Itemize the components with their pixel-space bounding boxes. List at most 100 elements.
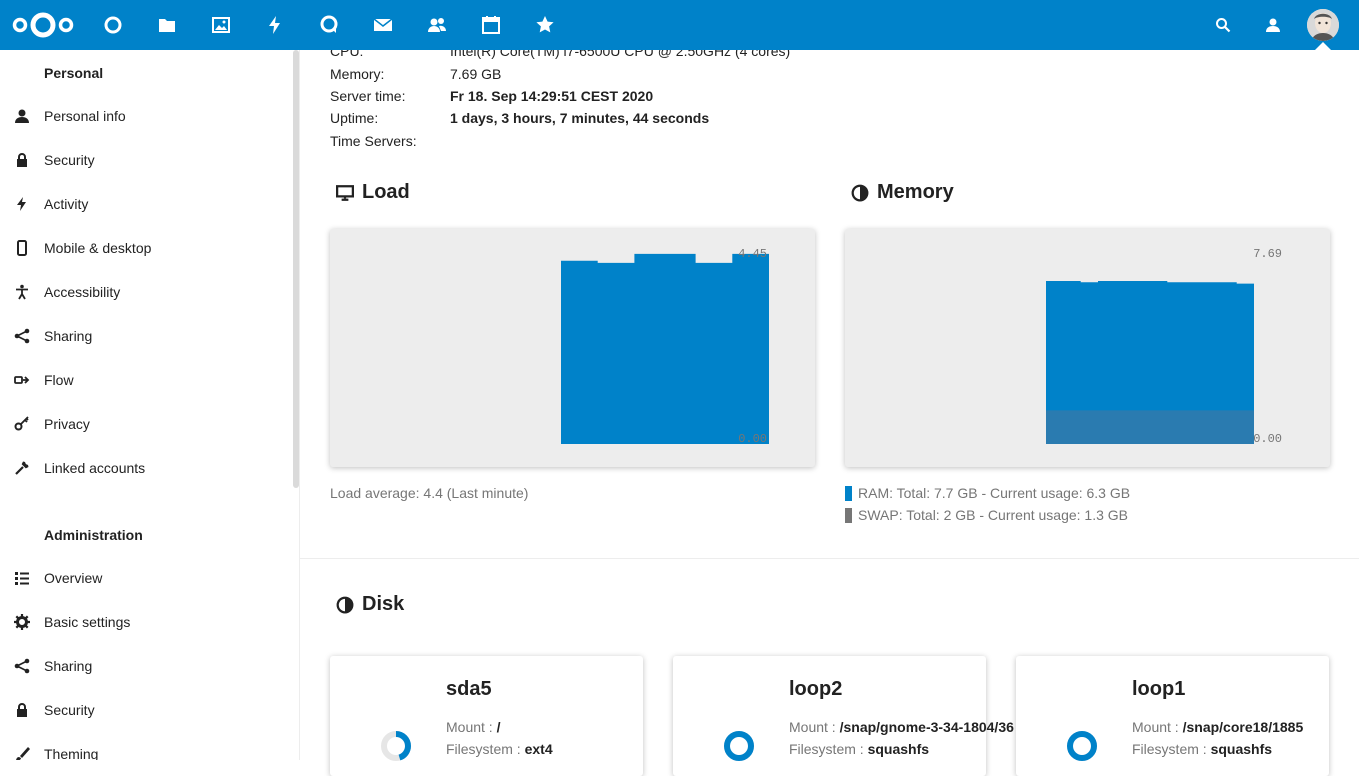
sidebar-item-sharing[interactable]: Sharing — [0, 314, 290, 358]
sidebar-item-label: Privacy — [44, 416, 90, 432]
fs-value: ext4 — [524, 741, 553, 757]
swap-legend-text: SWAP: Total: 2 GB - Current usage: 1.3 G… — [858, 507, 1129, 523]
uptime-value: 1 days, 3 hours, 7 minutes, 44 seconds — [450, 110, 710, 126]
disk-usage-donut — [381, 731, 411, 761]
search-icon[interactable] — [1211, 13, 1235, 37]
flow-icon — [0, 358, 44, 402]
monitor-icon — [336, 184, 354, 201]
sidebar-item-privacy[interactable]: Privacy — [0, 402, 290, 446]
main-content: CPU: Intel(R) Core(TM) i7-6500U CPU @ 2.… — [300, 43, 1359, 776]
disk-fs-line: Filesystem : squashfs — [789, 741, 929, 757]
swap-legend: SWAP: Total: 2 GB - Current usage: 1.3 G… — [845, 507, 1128, 523]
memory-chart-svg: 7.69 0.00 — [1046, 247, 1282, 446]
menu-caret — [1315, 42, 1331, 50]
mount-label: Mount : — [789, 719, 836, 735]
mail-icon[interactable] — [371, 13, 395, 37]
ram-legend: RAM: Total: 7.7 GB - Current usage: 6.3 … — [845, 485, 1130, 501]
avatar[interactable] — [1307, 9, 1339, 41]
lock-icon — [0, 688, 44, 732]
disk-mount-line: Mount : /snap/gnome-3-34-1804/36 — [789, 719, 1014, 735]
disk-name: sda5 — [446, 678, 492, 700]
sidebar-item-accessibility[interactable]: Accessibility — [0, 270, 290, 314]
memory-heading: Memory — [851, 181, 954, 204]
sidebar-item-basic-settings[interactable]: Basic settings — [0, 600, 290, 644]
sidebar-item-label: Security — [44, 702, 95, 718]
time-servers-label: Time Servers: — [330, 133, 417, 149]
memory-max-tick: 7.69 — [1253, 247, 1282, 261]
memory-value: 7.69 GB — [450, 66, 502, 82]
fs-value: squashfs — [867, 741, 930, 757]
swap-series-area — [1046, 410, 1254, 444]
fs-label: Filesystem : — [446, 741, 521, 757]
sidebar-item-theming[interactable]: Theming — [0, 732, 290, 760]
sidebar-item-linked-accounts[interactable]: Linked accounts — [0, 446, 290, 490]
disk-usage-donut — [724, 731, 754, 761]
load-title: Load — [362, 181, 410, 203]
pie-icon — [851, 184, 869, 201]
lock-icon — [0, 138, 44, 182]
contacts-icon[interactable] — [425, 13, 449, 37]
sidebar-item-personal-info[interactable]: Personal info — [0, 94, 290, 138]
settings-sidebar: Personal Personal info Security Activity… — [0, 50, 300, 760]
sidebar-item-label: Personal info — [44, 108, 126, 124]
disk-mount-line: Mount : /snap/core18/1885 — [1132, 719, 1303, 735]
sidebar-item-mobile-desktop[interactable]: Mobile & desktop — [0, 226, 290, 270]
disk-name: loop1 — [1132, 678, 1186, 700]
list-icon — [0, 556, 44, 600]
brush-icon — [0, 732, 44, 760]
top-header — [0, 0, 1359, 50]
sidebar-item-label: Linked accounts — [44, 460, 146, 476]
personal-section-title: Personal — [44, 65, 104, 81]
photos-icon[interactable] — [209, 13, 233, 37]
sidebar-item-activity[interactable]: Activity — [0, 182, 290, 226]
pie-icon — [336, 596, 354, 613]
sidebar-item-label: Flow — [44, 372, 74, 388]
disk-heading: Disk — [336, 593, 404, 616]
server-time-row: Server time: Fr 18. Sep 14:29:51 CEST 20… — [330, 88, 653, 104]
mount-value: / — [496, 719, 501, 735]
sidebar-item-flow[interactable]: Flow — [0, 358, 290, 402]
disk-fs-line: Filesystem : ext4 — [446, 741, 553, 757]
sidebar-item-overview[interactable]: Overview — [0, 556, 290, 600]
user-icon — [0, 94, 44, 138]
talk-icon[interactable] — [317, 13, 341, 37]
sidebar-item-label: Activity — [44, 196, 89, 212]
sidebar-item-label: Sharing — [44, 658, 93, 674]
memory-row: Memory: 7.69 GB — [330, 66, 501, 82]
sidebar-item-admin-security[interactable]: Security — [0, 688, 290, 732]
fs-value: squashfs — [1210, 741, 1273, 757]
sidebar-item-label: Security — [44, 152, 95, 168]
mount-label: Mount : — [446, 719, 493, 735]
accessibility-icon — [0, 270, 44, 314]
sidebar-item-label: Basic settings — [44, 614, 131, 630]
contacts-menu-icon[interactable] — [1261, 13, 1285, 37]
disk-card-loop2: loop2 Mount : /snap/gnome-3-34-1804/36 F… — [673, 656, 1014, 776]
share-icon — [0, 644, 44, 688]
load-heading: Load — [336, 181, 410, 204]
sidebar-item-security[interactable]: Security — [0, 138, 290, 182]
server-time-value: Fr 18. Sep 14:29:51 CEST 2020 — [450, 88, 654, 104]
load-min-tick: 0.00 — [738, 432, 767, 446]
load-caption: Load average: 4.4 (Last minute) — [330, 485, 529, 501]
gear-icon — [0, 600, 44, 644]
nextcloud-logo[interactable] — [12, 10, 74, 40]
calendar-icon[interactable] — [479, 13, 503, 37]
files-icon[interactable] — [155, 13, 179, 37]
uptime-row: Uptime: 1 days, 3 hours, 7 minutes, 44 s… — [330, 110, 709, 126]
disk-title: Disk — [362, 593, 405, 615]
disk-mount-line: Mount : / — [446, 719, 500, 735]
key-icon — [0, 402, 44, 446]
favorites-icon[interactable] — [533, 13, 557, 37]
server-time-label: Server time: — [330, 88, 406, 104]
dashboard-icon[interactable] — [101, 13, 125, 37]
swap-swatch — [845, 507, 852, 523]
sidebar-item-admin-sharing[interactable]: Sharing — [0, 644, 290, 688]
disk-card-loop1: loop1 Mount : /snap/core18/1885 Filesyst… — [1016, 656, 1329, 776]
memory-title: Memory — [877, 181, 954, 203]
sidebar-item-label: Accessibility — [44, 284, 121, 300]
disk-card-sda5: sda5 Mount : / Filesystem : ext4 — [330, 656, 643, 776]
sidebar-scrollbar[interactable] — [293, 50, 299, 488]
ram-legend-text: RAM: Total: 7.7 GB - Current usage: 6.3 … — [858, 485, 1131, 501]
fs-label: Filesystem : — [789, 741, 864, 757]
activity-icon[interactable] — [263, 13, 287, 37]
